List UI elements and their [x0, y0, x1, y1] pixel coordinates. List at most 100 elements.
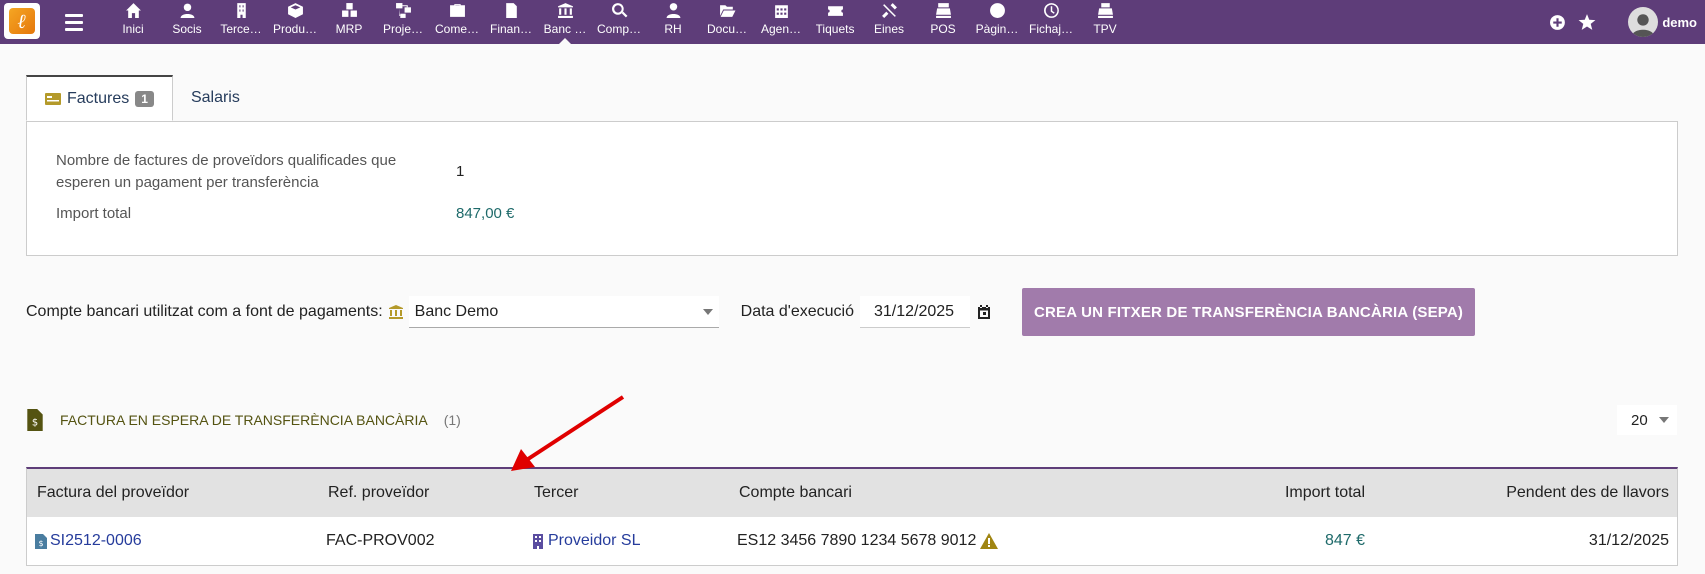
bank-icon — [388, 305, 403, 319]
bank-account-cell: ES12 3456 7890 1234 5678 9012 — [737, 517, 999, 565]
chevron-down-icon — [702, 308, 713, 315]
star-icon[interactable] — [1578, 13, 1596, 31]
thirdparty-link[interactable]: Proveidor SL — [548, 532, 641, 550]
menu-item-productes[interactable]: Produ… — [268, 0, 322, 44]
avatar — [1628, 7, 1659, 37]
menu-item-tercers[interactable]: Terce… — [214, 0, 268, 44]
top-right-tools: demo — [1549, 0, 1705, 44]
bank-account-select[interactable]: Banc Demo — [408, 296, 719, 328]
menu-item-financera[interactable]: Finan… — [484, 0, 538, 44]
menu-item-mrp[interactable]: MRP — [322, 0, 376, 44]
menu-item-socis[interactable]: Socis — [160, 0, 214, 44]
folder-open-icon — [719, 5, 735, 17]
thirdparty-cell[interactable]: Proveidor SL — [532, 517, 641, 565]
menu-item-eines[interactable]: Eines — [862, 0, 916, 44]
menu-label: Come… — [434, 22, 479, 36]
transfer-form: Compte bancari utilitzat com a font de p… — [26, 287, 1676, 337]
page-size-select[interactable]: 20 — [1617, 405, 1677, 435]
app-logo[interactable]: ℓ — [4, 3, 40, 39]
chevron-down-icon — [1659, 417, 1669, 423]
box-icon — [287, 3, 303, 18]
menu-label: Docu… — [706, 22, 747, 36]
tab-bar: Factures 1 Salaris — [26, 75, 258, 121]
top-navbar: ℓ Inici Socis Terce… Produ… MRP Proje… C… — [0, 0, 1705, 44]
menu-label: Eines — [873, 22, 905, 36]
menu-label: MRP — [335, 22, 363, 36]
user-menu[interactable]: demo — [1628, 7, 1697, 37]
col-ref[interactable]: Ref. proveïdor — [328, 469, 429, 517]
amount-cell: 847 € — [1324, 532, 1365, 549]
menu-label: Agen… — [760, 22, 802, 36]
menu-item-pagines[interactable]: Pàgin… — [970, 0, 1024, 44]
create-sepa-button[interactable]: CREA UN FITXER DE TRANSFERÈNCIA BANCÀRIA… — [1021, 288, 1476, 336]
bank-account-label: Compte bancari utilitzat com a font de p… — [26, 303, 383, 320]
bank-icon — [557, 3, 573, 18]
cubes-icon — [341, 3, 357, 17]
menu-item-tiquets[interactable]: Tiquets — [808, 0, 862, 44]
sitemap-icon — [395, 3, 411, 18]
menu-item-documents[interactable]: Docu… — [700, 0, 754, 44]
menu-label: Proje… — [382, 22, 423, 36]
pending-since-cell: 31/12/2025 — [1588, 532, 1669, 549]
calendar-icon[interactable] — [976, 304, 992, 320]
user-silhouette-icon — [1631, 14, 1655, 37]
menu-item-inici[interactable]: Inici — [106, 0, 160, 44]
hamburger-menu-icon[interactable] — [54, 0, 94, 44]
tab-invoices[interactable]: Factures 1 — [26, 75, 173, 121]
menu-label: Fichaj… — [1028, 22, 1073, 36]
menu-label: Produ… — [272, 22, 318, 36]
menu-label: TPV — [1093, 22, 1117, 36]
menu-item-fichaje[interactable]: Fichaj… — [1024, 0, 1078, 44]
menu-label: POS — [930, 22, 956, 36]
execution-date-input[interactable]: 31/12/2025 — [859, 296, 970, 328]
col-invoice[interactable]: Factura del proveïdor — [37, 469, 189, 517]
total-amount-label: Import total — [56, 205, 132, 222]
menu-label: Finan… — [489, 22, 533, 36]
menu-label: Socis — [172, 22, 202, 36]
plus-circle-icon[interactable] — [1549, 14, 1566, 31]
tab-salaries[interactable]: Salaris — [173, 75, 258, 121]
page-size-value: 20 — [1631, 411, 1648, 429]
total-amount-value: 847,00 € — [456, 205, 515, 222]
globe-icon — [989, 3, 1005, 18]
menu-item-banc[interactable]: Banc … — [538, 0, 592, 44]
invoice-count-label-line2: esperen un pagament per transferència — [56, 174, 319, 191]
warning-icon[interactable] — [980, 533, 999, 549]
menu-label: Pàgin… — [975, 22, 1019, 36]
menu-item-pos[interactable]: POS — [916, 0, 970, 44]
col-account[interactable]: Compte bancari — [739, 469, 852, 517]
bank-account-value: Banc Demo — [414, 302, 499, 320]
briefcase-icon — [449, 4, 465, 17]
summary-card: Nombre de factures de proveïdors qualifi… — [26, 121, 1678, 256]
building-icon — [236, 3, 246, 18]
menu-item-comptabilitat[interactable]: Comp… — [592, 0, 646, 44]
menu-label: Comp… — [596, 22, 641, 36]
invoice-ref-cell[interactable]: $ SI2512-0006 — [35, 517, 142, 565]
col-thirdparty[interactable]: Tercer — [534, 469, 578, 517]
annotation-arrow-icon — [511, 395, 625, 471]
invoices-table: Factura del proveïdor Ref. proveïdor Ter… — [26, 467, 1678, 566]
invoice-count-value: 1 — [456, 163, 465, 180]
menu-item-comercial[interactable]: Come… — [430, 0, 484, 44]
ticket-icon — [827, 6, 843, 16]
invoice-ref-link[interactable]: SI2512-0006 — [50, 532, 142, 550]
col-amount[interactable]: Import total — [1285, 469, 1365, 517]
section-title: FACTURA EN ESPERA DE TRANSFERÈNCIA BANCÀ… — [60, 412, 428, 428]
till-icon — [1097, 3, 1113, 18]
building-icon — [533, 533, 543, 549]
menu-label: Inici — [122, 22, 144, 36]
search-dollar-icon — [611, 3, 627, 18]
tools-icon — [881, 3, 897, 18]
col-pending[interactable]: Pendent des de llavors — [1506, 469, 1669, 517]
section-header: $ FACTURA EN ESPERA DE TRANSFERÈNCIA BAN… — [26, 409, 461, 431]
menu-label: Terce… — [220, 22, 262, 36]
menu-item-tpv[interactable]: TPV — [1078, 0, 1132, 44]
menu-item-agenda[interactable]: Agen… — [754, 0, 808, 44]
logo-mark: ℓ — [9, 8, 35, 34]
menu-item-rh[interactable]: RH — [646, 0, 700, 44]
invoice-count-label: Nombre de factures de proveïdors qualifi… — [56, 150, 396, 194]
main-menu: Inici Socis Terce… Produ… MRP Proje… Com… — [106, 0, 1132, 44]
user-tie-icon — [666, 3, 680, 18]
menu-item-projectes[interactable]: Proje… — [376, 0, 430, 44]
section-count: (1) — [443, 412, 461, 428]
